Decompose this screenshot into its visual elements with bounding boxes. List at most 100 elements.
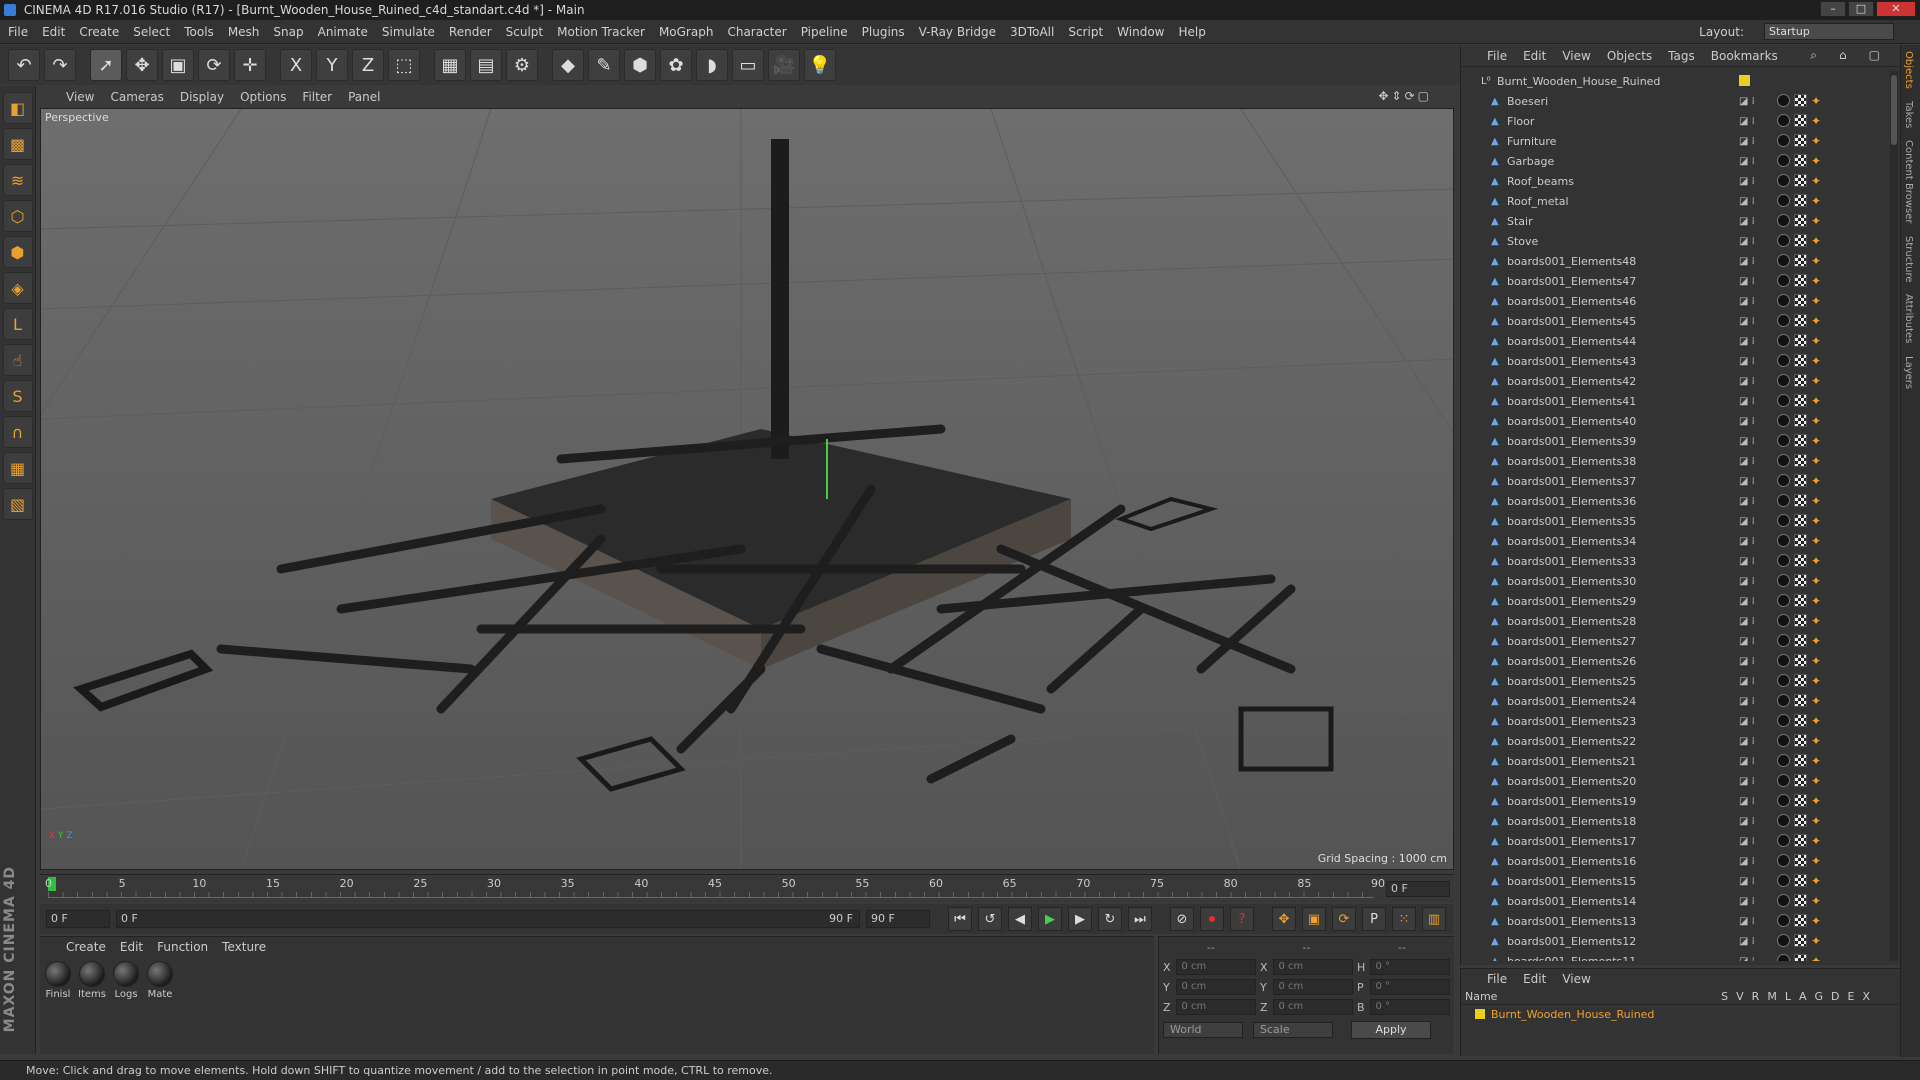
- deformer-button[interactable]: ◗: [696, 49, 728, 81]
- visibility-flags[interactable]: ◪ ⁞: [1739, 336, 1755, 347]
- texture-tag-icon[interactable]: [1794, 774, 1807, 787]
- phong-tag-icon[interactable]: ✦: [1811, 654, 1821, 668]
- object-row[interactable]: ▲ boards001_Elements20 ◪ ⁞ ✦: [1461, 771, 1889, 791]
- object-row[interactable]: ▲ boards001_Elements34 ◪ ⁞ ✦: [1461, 531, 1889, 551]
- visibility-flags[interactable]: ◪ ⁞: [1739, 536, 1755, 547]
- phong-tag-icon[interactable]: ✦: [1811, 414, 1821, 428]
- material-tag-icon[interactable]: [1777, 274, 1790, 287]
- material-menu-function[interactable]: Function: [157, 940, 208, 954]
- object-row[interactable]: ▲ boards001_Elements37 ◪ ⁞ ✦: [1461, 471, 1889, 491]
- visibility-flags[interactable]: ◪ ⁞: [1739, 416, 1755, 427]
- texture-tag-icon[interactable]: [1794, 474, 1807, 487]
- tweak-mode-button[interactable]: ☝: [2, 344, 33, 376]
- visibility-flags[interactable]: ◪ ⁞: [1739, 916, 1755, 927]
- live-select-button[interactable]: ➚: [90, 49, 122, 81]
- object-row[interactable]: ▲ boards001_Elements25 ◪ ⁞ ✦: [1461, 671, 1889, 691]
- next-key-button[interactable]: ↻: [1098, 907, 1122, 931]
- position-field[interactable]: 0 cm: [1176, 959, 1256, 975]
- visibility-flags[interactable]: ◪ ⁞: [1739, 196, 1755, 207]
- phong-tag-icon[interactable]: ✦: [1811, 594, 1821, 608]
- object-row[interactable]: ▲ Floor ◪ ⁞ ✦: [1461, 111, 1889, 131]
- previous-frame-button[interactable]: ◀: [1008, 907, 1032, 931]
- object-tree-scrollbar[interactable]: [1890, 71, 1898, 961]
- material-item[interactable]: Logs: [112, 961, 140, 1000]
- texture-tag-icon[interactable]: [1794, 154, 1807, 167]
- axis-mode-button[interactable]: L: [2, 308, 33, 340]
- texture-tag-icon[interactable]: [1794, 834, 1807, 847]
- material-tag-icon[interactable]: [1777, 414, 1790, 427]
- texture-tag-icon[interactable]: [1794, 94, 1807, 107]
- phong-tag-icon[interactable]: ✦: [1811, 154, 1821, 168]
- object-row[interactable]: ▲ boards001_Elements29 ◪ ⁞ ✦: [1461, 591, 1889, 611]
- material-tag-icon[interactable]: [1777, 494, 1790, 507]
- object-row[interactable]: ▲ boards001_Elements17 ◪ ⁞ ✦: [1461, 831, 1889, 851]
- visibility-flags[interactable]: ◪ ⁞: [1739, 596, 1755, 607]
- menu-create[interactable]: Create: [79, 25, 119, 39]
- texture-tag-icon[interactable]: [1794, 734, 1807, 747]
- texture-tag-icon[interactable]: [1794, 654, 1807, 667]
- texture-tag-icon[interactable]: [1794, 614, 1807, 627]
- object-tree[interactable]: L⁰ Burnt_Wooden_House_Ruined ▲ Boeseri ◪ ⁞ ✦ ▲…: [1461, 71, 1889, 961]
- object-row[interactable]: ▲ boards001_Elements48 ◪ ⁞ ✦: [1461, 251, 1889, 271]
- object-row[interactable]: ▲ boards001_Elements40 ◪ ⁞ ✦: [1461, 411, 1889, 431]
- workplane-button[interactable]: ≋: [2, 164, 33, 196]
- material-tag-icon[interactable]: [1777, 734, 1790, 747]
- z-axis-button[interactable]: Z: [352, 49, 384, 81]
- size-field[interactable]: 0 cm: [1273, 979, 1353, 995]
- object-row[interactable]: ▲ boards001_Elements19 ◪ ⁞ ✦: [1461, 791, 1889, 811]
- material-tag-icon[interactable]: [1777, 654, 1790, 667]
- menu-animate[interactable]: Animate: [318, 25, 368, 39]
- phong-tag-icon[interactable]: ✦: [1811, 614, 1821, 628]
- phong-tag-icon[interactable]: ✦: [1811, 234, 1821, 248]
- apply-button[interactable]: Apply: [1351, 1021, 1431, 1039]
- visibility-flags[interactable]: ◪ ⁞: [1739, 556, 1755, 567]
- texture-tag-icon[interactable]: [1794, 554, 1807, 567]
- object-row[interactable]: ▲ boards001_Elements46 ◪ ⁞ ✦: [1461, 291, 1889, 311]
- menu-plugins[interactable]: Plugins: [862, 25, 905, 39]
- phong-tag-icon[interactable]: ✦: [1811, 774, 1821, 788]
- x-axis-button[interactable]: X: [280, 49, 312, 81]
- size-field[interactable]: 0 cm: [1273, 959, 1353, 975]
- visibility-flags[interactable]: ◪ ⁞: [1739, 656, 1755, 667]
- array-button[interactable]: ✿: [660, 49, 692, 81]
- object-row[interactable]: ▲ boards001_Elements12 ◪ ⁞ ✦: [1461, 931, 1889, 951]
- texture-tag-icon[interactable]: [1794, 534, 1807, 547]
- object-row[interactable]: ▲ boards001_Elements24 ◪ ⁞ ✦: [1461, 691, 1889, 711]
- visibility-flags[interactable]: ◪ ⁞: [1739, 616, 1755, 627]
- object-row[interactable]: ▲ Roof_metal ◪ ⁞ ✦: [1461, 191, 1889, 211]
- phong-tag-icon[interactable]: ✦: [1811, 94, 1821, 108]
- new-window-icon[interactable]: ▢: [1869, 48, 1880, 63]
- visibility-flags[interactable]: ◪ ⁞: [1739, 956, 1755, 962]
- texture-tag-icon[interactable]: [1794, 234, 1807, 247]
- phong-tag-icon[interactable]: ✦: [1811, 854, 1821, 868]
- material-tag-icon[interactable]: [1777, 674, 1790, 687]
- subdivision-button[interactable]: ⬢: [624, 49, 656, 81]
- go-to-start-button[interactable]: ⏮: [948, 907, 972, 931]
- material-tag-icon[interactable]: [1777, 454, 1790, 467]
- scrollbar-thumb[interactable]: [1891, 75, 1897, 145]
- camera-button[interactable]: 🎥: [768, 49, 800, 81]
- menu-mesh[interactable]: Mesh: [228, 25, 260, 39]
- side-tab-content-browser[interactable]: Content Browser: [1901, 134, 1916, 229]
- phong-tag-icon[interactable]: ✦: [1811, 334, 1821, 348]
- material-tag-icon[interactable]: [1777, 354, 1790, 367]
- phong-tag-icon[interactable]: ✦: [1811, 814, 1821, 828]
- home-icon[interactable]: ⌂: [1839, 48, 1847, 63]
- object-row[interactable]: ▲ boards001_Elements30 ◪ ⁞ ✦: [1461, 571, 1889, 591]
- move-button[interactable]: ✥: [126, 49, 158, 81]
- texture-tag-icon[interactable]: [1794, 694, 1807, 707]
- material-menu-edit[interactable]: Edit: [120, 940, 143, 954]
- object-row[interactable]: ▲ boards001_Elements11 ◪ ⁞ ✦: [1461, 951, 1889, 961]
- phong-tag-icon[interactable]: ✦: [1811, 954, 1821, 961]
- texture-tag-icon[interactable]: [1794, 854, 1807, 867]
- object-row[interactable]: ▲ boards001_Elements26 ◪ ⁞ ✦: [1461, 651, 1889, 671]
- objects-menu-objects[interactable]: Objects: [1607, 49, 1652, 63]
- viewport-menu-cameras[interactable]: Cameras: [110, 90, 163, 104]
- material-tag-icon[interactable]: [1777, 634, 1790, 647]
- texture-tag-icon[interactable]: [1794, 354, 1807, 367]
- visibility-flags[interactable]: ◪ ⁞: [1739, 436, 1755, 447]
- solo-button[interactable]: S: [2, 380, 33, 412]
- layer-row[interactable]: Burnt_Wooden_House_Ruined: [1461, 1005, 1900, 1023]
- make-editable-button[interactable]: ◧: [2, 92, 33, 124]
- end-frame-field[interactable]: 90 F: [866, 910, 930, 928]
